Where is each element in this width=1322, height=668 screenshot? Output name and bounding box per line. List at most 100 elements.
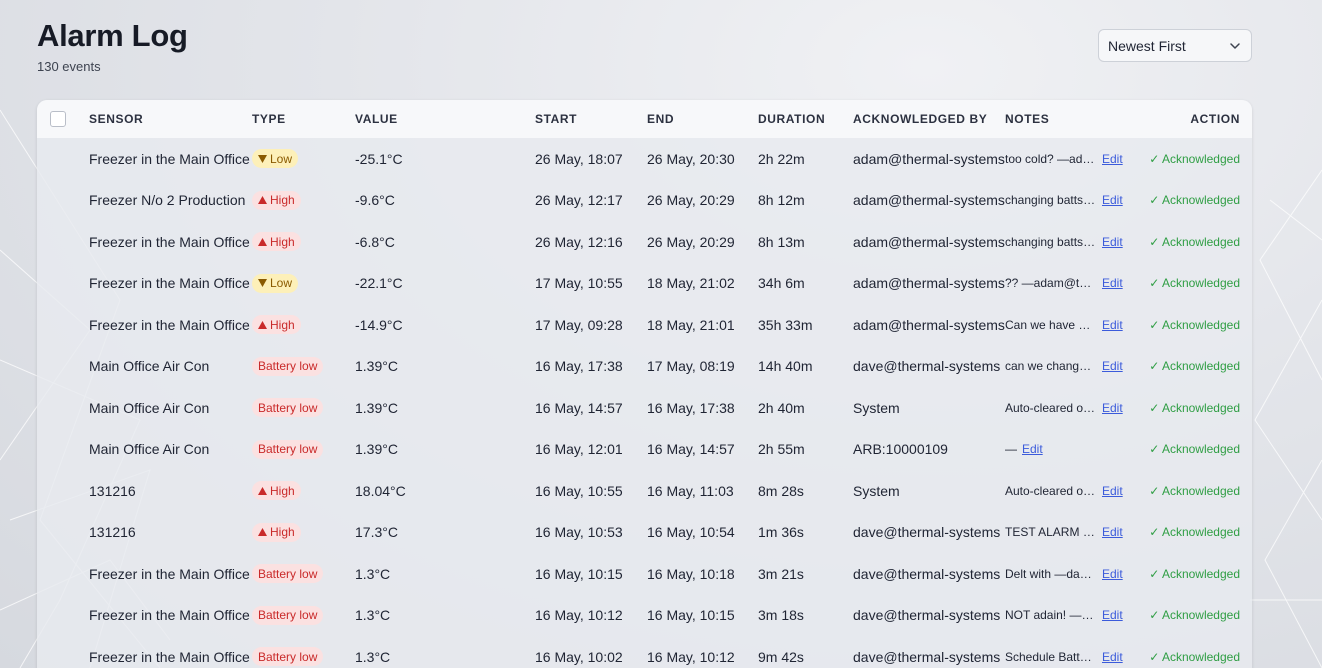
type-cell: High <box>252 512 355 554</box>
column-header-sensor[interactable]: SENSOR <box>89 100 252 138</box>
sensor-cell: Freezer in the Main Office <box>89 275 250 292</box>
table-row[interactable]: Freezer in the Main Office Battery low 1.3… <box>37 595 1252 637</box>
type-cell: Battery low <box>252 595 355 637</box>
edit-notes-link[interactable]: Edit <box>1102 152 1123 166</box>
column-header-start[interactable]: START <box>535 100 647 138</box>
start-cell: 17 May, 10:55 <box>535 275 623 292</box>
alarm-type-label: Battery low <box>258 442 318 457</box>
edit-notes-link[interactable]: Edit <box>1102 567 1123 581</box>
row-select-cell <box>37 180 89 222</box>
table-row[interactable]: Freezer in the Main Office Battery low 1.3… <box>37 636 1252 668</box>
edit-notes-link[interactable]: Edit <box>1102 484 1123 498</box>
duration-cell: 14h 40m <box>758 358 813 375</box>
notes-cell: — Edit <box>1005 429 1148 471</box>
table-row[interactable]: Main Office Air Con Battery low 1.39°C 16 M… <box>37 429 1252 471</box>
table-row[interactable]: Freezer N/o 2 Production High -9.6°C 26 May… <box>37 180 1252 222</box>
column-header-duration[interactable]: DURATION <box>758 100 853 138</box>
table-row[interactable]: 131216 High 17.3°C 16 May, 10:53 16 May, 10:… <box>37 512 1252 554</box>
acknowledged-status: ✓ Acknowledged <box>1149 649 1240 664</box>
edit-notes-link[interactable]: Edit <box>1102 235 1123 249</box>
end-cell: 16 May, 14:57 <box>647 441 735 458</box>
row-select-cell <box>37 595 89 637</box>
row-select-cell <box>37 636 89 668</box>
alarm-type-badge: Battery low <box>252 647 324 667</box>
row-select-cell <box>37 304 89 346</box>
table-row[interactable]: Main Office Air Con Battery low 1.39°C 16 M… <box>37 387 1252 429</box>
table-row[interactable]: Freezer in the Main Office Low -22.1°C 17 M… <box>37 263 1252 305</box>
edit-notes-link[interactable]: Edit <box>1102 276 1123 290</box>
edit-notes-link[interactable]: Edit <box>1102 318 1123 332</box>
value-cell: -25.1°C <box>355 150 403 167</box>
column-header-type[interactable]: TYPE <box>252 100 355 138</box>
value-cell: -9.6°C <box>355 192 395 209</box>
column-header-end[interactable]: END <box>647 100 758 138</box>
edit-notes-link[interactable]: Edit <box>1022 442 1043 456</box>
notes-text: TEST ALARM —dave <box>1005 525 1097 540</box>
column-header-acknowledged-by[interactable]: ACKNOWLEDGED BY <box>853 100 1005 138</box>
row-select-cell <box>37 429 89 471</box>
alarm-type-label: High <box>270 317 295 332</box>
acknowledged-by-cell: adam@thermal-systems <box>853 192 1005 209</box>
acknowledged-by-cell: dave@thermal-systems <box>853 358 1001 375</box>
alarm-type-badge: High <box>252 481 301 501</box>
table-row[interactable]: Freezer in the Main Office High -14.9°C 17 … <box>37 304 1252 346</box>
chevron-down-icon <box>1229 40 1241 52</box>
acknowledged-status: ✓ Acknowledged <box>1149 442 1240 457</box>
type-cell: Battery low <box>252 429 355 471</box>
column-header-notes: NOTES <box>1005 112 1050 126</box>
alarm-type-label: Battery low <box>258 608 318 623</box>
end-cell: 18 May, 21:02 <box>647 275 735 292</box>
type-cell: High <box>252 304 355 346</box>
table-row[interactable]: Freezer in the Main Office Battery low 1.3… <box>37 553 1252 595</box>
edit-notes-link[interactable]: Edit <box>1102 359 1123 373</box>
notes-cell: Schedule Battery change Edit <box>1005 636 1148 668</box>
duration-cell: 9m 42s <box>758 648 804 665</box>
sensor-cell: 131216 <box>89 482 136 499</box>
edit-notes-link[interactable]: Edit <box>1102 650 1123 664</box>
select-all-checkbox[interactable] <box>50 111 66 127</box>
alarm-type-label: Low <box>270 151 293 166</box>
table-row[interactable]: Main Office Air Con Battery low 1.39°C 16 M… <box>37 346 1252 388</box>
edit-notes-link[interactable]: Edit <box>1102 525 1123 539</box>
value-cell: 17.3°C <box>355 524 398 541</box>
notes-cell: NOT adain! —dave Edit <box>1005 595 1148 637</box>
duration-cell: 8h 13m <box>758 233 805 250</box>
notes-text: Schedule Battery change <box>1005 649 1097 664</box>
value-cell: 1.39°C <box>355 441 398 458</box>
alarm-type-badge: Battery low <box>252 439 324 459</box>
value-cell: -14.9°C <box>355 316 403 333</box>
type-cell: Low <box>252 138 355 180</box>
alarm-type-badge: High <box>252 232 301 252</box>
start-cell: 26 May, 12:17 <box>535 192 623 209</box>
edit-notes-link[interactable]: Edit <box>1102 608 1123 622</box>
sensor-cell: Freezer N/o 2 Production <box>89 192 246 209</box>
notes-text: — <box>1005 442 1017 457</box>
notes-text: can we change the batt <box>1005 359 1097 374</box>
table-row[interactable]: Freezer in the Main Office Low -25.1°C 26 M… <box>37 138 1252 180</box>
end-cell: 16 May, 10:18 <box>647 565 735 582</box>
edit-notes-link[interactable]: Edit <box>1102 401 1123 415</box>
end-cell: 16 May, 10:12 <box>647 648 735 665</box>
acknowledged-by-cell: dave@thermal-systems <box>853 648 1001 665</box>
acknowledged-status: ✓ Acknowledged <box>1149 317 1240 332</box>
alarm-type-badge: Low <box>252 273 299 293</box>
column-header-value[interactable]: VALUE <box>355 100 535 138</box>
start-cell: 16 May, 12:01 <box>535 441 623 458</box>
table-row[interactable]: 131216 High 18.04°C 16 May, 10:55 16 May, 11… <box>37 470 1252 512</box>
alarm-type-label: Battery low <box>258 400 318 415</box>
arrow-down-icon <box>258 154 267 163</box>
duration-cell: 34h 6m <box>758 275 805 292</box>
end-cell: 16 May, 17:38 <box>647 399 735 416</box>
acknowledged-status: ✓ Acknowledged <box>1149 151 1240 166</box>
start-cell: 16 May, 10:15 <box>535 565 623 582</box>
alarm-type-label: High <box>270 525 295 540</box>
sort-order-select[interactable]: Newest First <box>1098 29 1252 62</box>
end-cell: 16 May, 10:54 <box>647 524 735 541</box>
table-row[interactable]: Freezer in the Main Office High -6.8°C 26 M… <box>37 221 1252 263</box>
edit-notes-link[interactable]: Edit <box>1102 193 1123 207</box>
alarm-type-label: Battery low <box>258 566 318 581</box>
sensor-cell: 131216 <box>89 524 136 541</box>
arrow-up-icon <box>258 320 267 329</box>
acknowledged-by-cell: dave@thermal-systems <box>853 565 1001 582</box>
duration-cell: 2h 55m <box>758 441 805 458</box>
